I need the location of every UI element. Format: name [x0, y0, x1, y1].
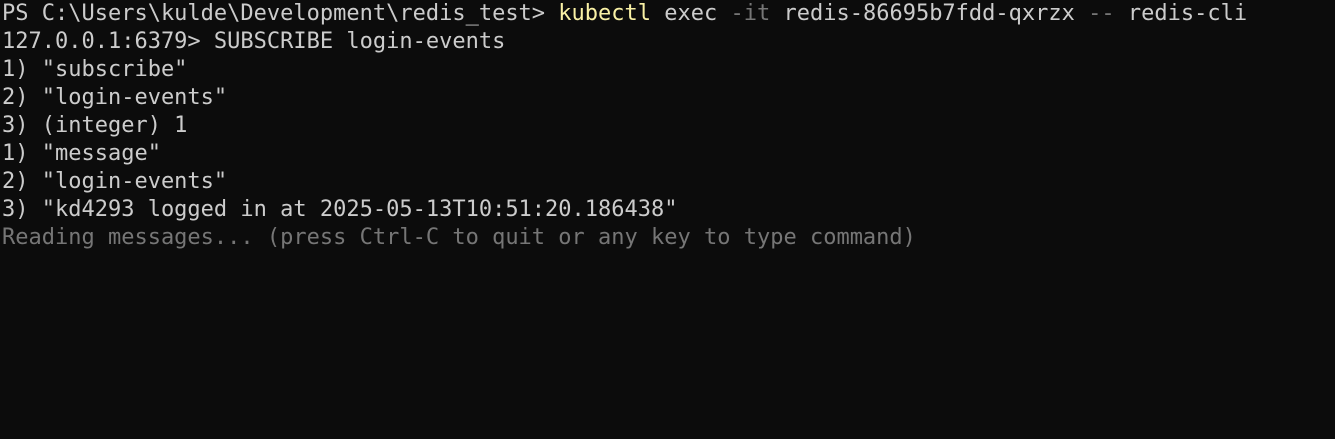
command-line: PS C:\Users\kulde\Development\redis_test… [2, 0, 1335, 28]
command-name: kubectl [558, 1, 652, 26]
status-line: Reading messages... (press Ctrl-C to qui… [2, 225, 916, 250]
output-line: 3) "kd4293 logged in at 2025-05-13T10:51… [2, 197, 678, 222]
command-args: exec [651, 1, 731, 26]
command-args: redis-86695b7fdd-qxrzx [770, 1, 1089, 26]
command-args: redis-cli [1114, 1, 1248, 26]
output-line: 1) "message" [2, 141, 161, 166]
output-line: 3) (integer) 1 [2, 113, 188, 138]
output-line: 2) "login-events" [2, 85, 228, 110]
shell-prompt: PS C:\Users\kulde\Development\redis_test… [2, 1, 559, 26]
command-flag: -- [1088, 1, 1115, 26]
output-line: 127.0.0.1:6379> SUBSCRIBE login-events [2, 29, 506, 54]
output-line: 2) "login-events" [2, 169, 228, 194]
output-line: 1) "subscribe" [2, 57, 188, 82]
terminal-window[interactable]: PS C:\Users\kulde\Development\redis_test… [0, 0, 1335, 439]
command-flag: -it [730, 1, 771, 26]
